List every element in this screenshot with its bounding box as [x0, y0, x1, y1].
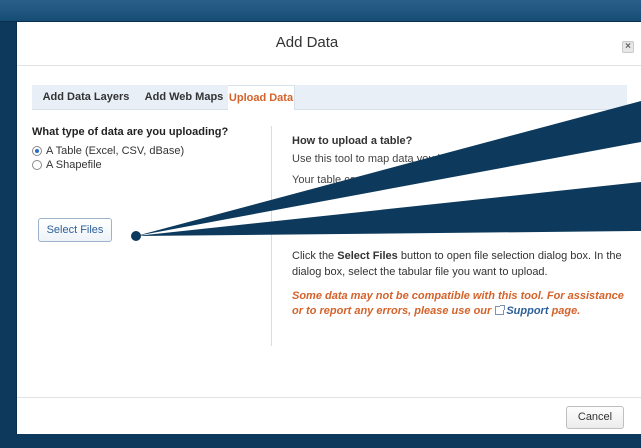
- select-bold: Select Files: [337, 250, 398, 262]
- tab-add-web-maps[interactable]: Add Web Maps: [140, 85, 228, 110]
- support-link[interactable]: Support: [506, 305, 548, 317]
- external-link-icon: [495, 305, 506, 315]
- add-data-dialog: Add Data × Add Data Layers Add Web Maps …: [16, 22, 641, 434]
- help-line-1: Use this tool to map data you have in a …: [292, 153, 501, 165]
- help-line-2: Your table can: [292, 174, 362, 186]
- upload-type-panel: What type of data are you uploading? A T…: [32, 126, 272, 172]
- tab-bar: Add Data Layers Add Web Maps Upload Data: [32, 85, 627, 110]
- radio-option-shapefile[interactable]: A Shapefile: [32, 158, 272, 172]
- window-frame-bottom: [0, 434, 641, 448]
- window-frame-top: [0, 0, 641, 22]
- select-files-button[interactable]: Select Files: [38, 218, 112, 242]
- dialog-footer: Cancel: [17, 397, 641, 434]
- column-divider: [271, 126, 272, 346]
- close-icon[interactable]: ×: [622, 41, 634, 53]
- select-prefix: Click the: [292, 250, 338, 262]
- upload-type-question: What type of data are you uploading?: [32, 126, 229, 138]
- help-panel: How to upload a table? Use this tool to …: [292, 134, 632, 215]
- dialog-title: Add Data: [275, 34, 339, 51]
- radio-unchecked-icon[interactable]: [32, 160, 42, 170]
- radio-option-label: A Shapefile: [46, 159, 102, 171]
- radio-option-table[interactable]: A Table (Excel, CSV, dBase): [32, 144, 272, 158]
- dialog-header: Add Data ×: [17, 22, 641, 66]
- cancel-button[interactable]: Cancel: [566, 406, 624, 429]
- radio-option-label: A Table (Excel, CSV, dBase): [46, 145, 185, 157]
- compatibility-warning: Some data may not be compatible with thi…: [292, 289, 627, 319]
- help-title: How to upload a table?: [292, 135, 413, 147]
- help-select-instructions: Click the Select Files button to open fi…: [292, 248, 627, 280]
- radio-checked-icon[interactable]: [32, 146, 42, 156]
- tab-upload-data[interactable]: Upload Data: [228, 85, 295, 110]
- warning-suffix: page.: [548, 305, 581, 317]
- tab-add-data-layers[interactable]: Add Data Layers: [32, 85, 140, 110]
- help-line-3: only.: [599, 195, 622, 207]
